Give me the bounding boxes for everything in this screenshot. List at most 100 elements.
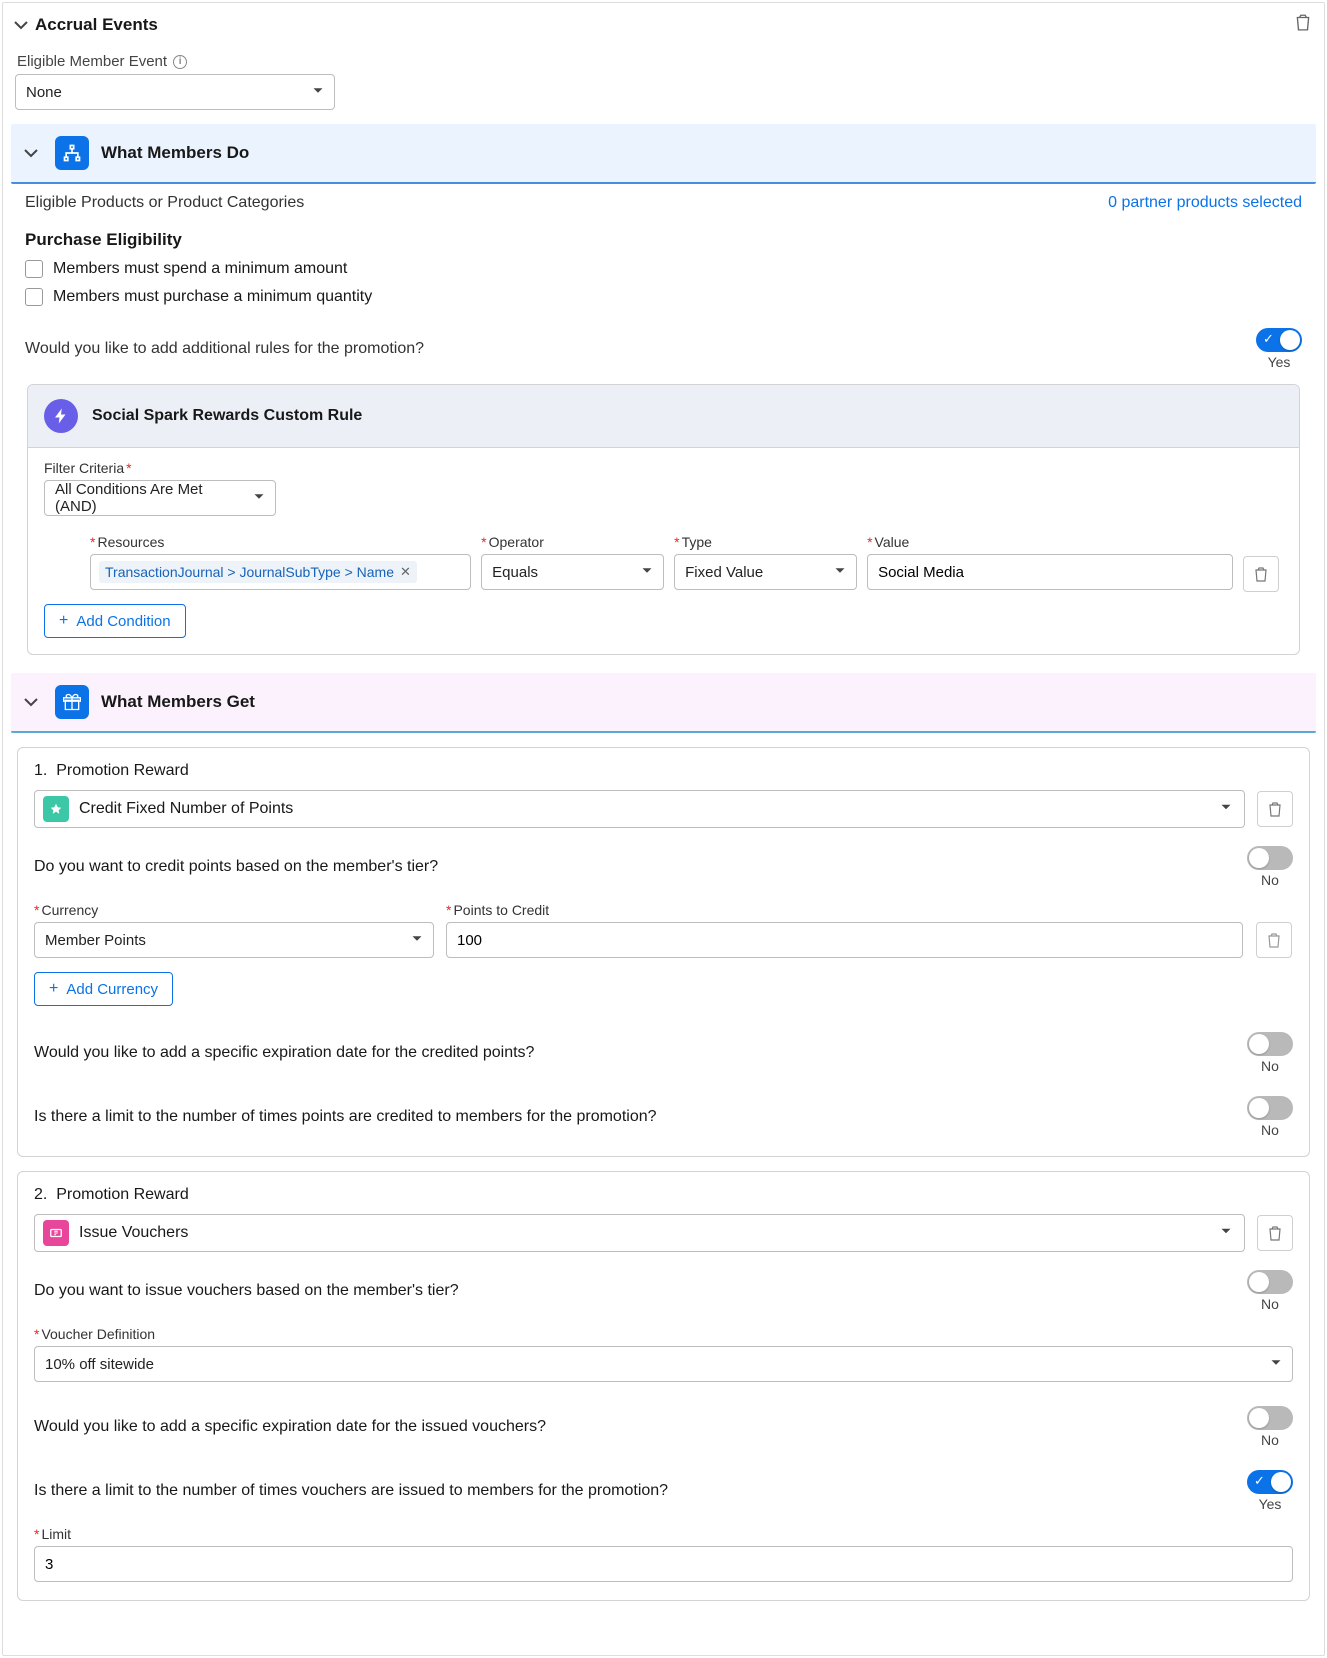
caret-down-icon <box>312 84 324 101</box>
partner-products-link[interactable]: 0 partner products selected <box>1108 194 1302 212</box>
additional-rules-toggle[interactable]: ✓ <box>1256 328 1302 352</box>
reward1-type-select[interactable]: Credit Fixed Number of Points <box>34 790 1245 828</box>
reward1-expiration-value: No <box>1261 1058 1279 1074</box>
accrual-events-title: Accrual Events <box>35 15 158 35</box>
accrual-events-header: Accrual Events <box>3 3 1324 45</box>
chevron-down-icon[interactable] <box>23 145 39 161</box>
voucher-definition-select[interactable]: 10% off sitewide <box>34 1346 1293 1382</box>
voucher-definition-label: Voucher Definition <box>34 1326 1293 1342</box>
caret-down-icon <box>1220 800 1232 818</box>
reward1-expiration-question: Would you like to add a specific expirat… <box>34 1044 534 1062</box>
resources-input[interactable]: TransactionJournal > JournalSubType > Na… <box>90 554 471 590</box>
what-members-do-title: What Members Do <box>101 143 249 163</box>
filter-criteria-label: Filter Criteria <box>44 460 1283 476</box>
lightning-icon <box>44 399 78 433</box>
custom-rule-header: Social Spark Rewards Custom Rule <box>28 385 1299 448</box>
what-members-get-header: What Members Get <box>11 673 1316 733</box>
eligible-member-event-label-text: Eligible Member Event <box>17 53 167 70</box>
resource-tag: TransactionJournal > JournalSubType > Na… <box>99 561 417 583</box>
type-label: Type <box>674 534 857 550</box>
limit-input[interactable] <box>34 1546 1293 1582</box>
checkbox-icon <box>25 288 43 306</box>
filter-criteria-select[interactable]: All Conditions Are Met (AND) <box>44 480 276 516</box>
caret-down-icon <box>834 564 846 581</box>
plus-icon: + <box>59 613 68 629</box>
reward1-tier-toggle[interactable] <box>1247 846 1293 870</box>
eligible-member-event-select[interactable]: None <box>15 74 335 110</box>
reward1-limit-question: Is there a limit to the number of times … <box>34 1108 657 1126</box>
points-input[interactable] <box>446 922 1243 958</box>
reward2-expiration-value: No <box>1261 1432 1279 1448</box>
reward2-index: 2. <box>34 1186 47 1203</box>
caret-down-icon <box>253 490 265 507</box>
reward2-limit-value: Yes <box>1259 1496 1282 1512</box>
reward2-tier-question: Do you want to issue vouchers based on t… <box>34 1282 459 1300</box>
reward2-expiration-question: Would you like to add a specific expirat… <box>34 1418 546 1436</box>
reward2-tier-value: No <box>1261 1296 1279 1312</box>
reward2-heading: 2. Promotion Reward <box>34 1186 1293 1204</box>
reward1-limit-toggle[interactable] <box>1247 1096 1293 1120</box>
eligible-products-label: Eligible Products or Product Categories <box>25 194 304 212</box>
value-label: Value <box>867 534 1233 550</box>
operator-select[interactable]: Equals <box>481 554 664 590</box>
reward1-type-value: Credit Fixed Number of Points <box>79 800 293 818</box>
caret-down-icon <box>1270 1356 1282 1373</box>
reward1-expiration-toggle[interactable] <box>1247 1032 1293 1056</box>
reward1-heading: 1. Promotion Reward <box>34 762 1293 780</box>
what-members-do-header: What Members Do <box>11 124 1316 184</box>
reward1-index: 1. <box>34 762 47 779</box>
plus-icon: + <box>49 981 58 997</box>
remove-tag-icon[interactable]: ✕ <box>400 564 411 580</box>
additional-rules-question: Would you like to add additional rules f… <box>25 340 424 358</box>
purchase-eligibility-heading: Purchase Eligibility <box>25 230 1302 250</box>
type-value: Fixed Value <box>685 564 763 581</box>
reward1-limit-value: No <box>1261 1122 1279 1138</box>
min-spend-label: Members must spend a minimum amount <box>53 260 347 278</box>
gift-icon <box>55 685 89 719</box>
limit-label: Limit <box>34 1526 1293 1542</box>
add-condition-label: Add Condition <box>76 613 170 630</box>
caret-down-icon <box>641 564 653 581</box>
info-icon[interactable]: i <box>173 55 187 69</box>
add-currency-label: Add Currency <box>66 981 158 998</box>
reward2-type-select[interactable]: Issue Vouchers <box>34 1214 1245 1252</box>
reward2-limit-toggle[interactable]: ✓ <box>1247 1470 1293 1494</box>
voucher-definition-value: 10% off sitewide <box>45 1356 154 1373</box>
points-icon <box>43 796 69 822</box>
reward1-tier-question: Do you want to credit points based on th… <box>34 858 438 876</box>
chevron-down-icon[interactable] <box>23 694 39 710</box>
min-spend-checkbox[interactable]: Members must spend a minimum amount <box>25 260 1302 278</box>
min-qty-label: Members must purchase a minimum quantity <box>53 288 372 306</box>
delete-reward1-button[interactable] <box>1257 791 1293 827</box>
reward2-type-value: Issue Vouchers <box>79 1224 188 1242</box>
reward1-tier-value: No <box>1261 872 1279 888</box>
additional-rules-value: Yes <box>1268 354 1291 370</box>
resource-tag-text: TransactionJournal > JournalSubType > Na… <box>105 564 394 580</box>
chevron-down-icon[interactable] <box>13 17 29 33</box>
what-members-get-title: What Members Get <box>101 692 255 712</box>
delete-condition-button[interactable] <box>1243 556 1279 592</box>
currency-select[interactable]: Member Points <box>34 922 434 958</box>
add-currency-button[interactable]: + Add Currency <box>34 972 173 1006</box>
delete-icon[interactable] <box>1294 13 1312 31</box>
reward1-label: Promotion Reward <box>56 762 189 779</box>
checkbox-icon <box>25 260 43 278</box>
resources-label: Resources <box>90 534 471 550</box>
reward2-label: Promotion Reward <box>56 1186 189 1203</box>
delete-reward2-button[interactable] <box>1257 1215 1293 1251</box>
delete-currency-button[interactable] <box>1256 922 1292 958</box>
reward2-limit-question: Is there a limit to the number of times … <box>34 1482 668 1500</box>
currency-label: Currency <box>34 902 434 918</box>
voucher-icon <box>43 1220 69 1246</box>
min-qty-checkbox[interactable]: Members must purchase a minimum quantity <box>25 288 1302 306</box>
value-input[interactable] <box>867 554 1233 590</box>
reward2-expiration-toggle[interactable] <box>1247 1406 1293 1430</box>
eligible-member-event-label: Eligible Member Event i <box>15 53 1312 74</box>
add-condition-button[interactable]: + Add Condition <box>44 604 186 638</box>
operator-label: Operator <box>481 534 664 550</box>
custom-rule-title: Social Spark Rewards Custom Rule <box>92 407 362 425</box>
type-select[interactable]: Fixed Value <box>674 554 857 590</box>
points-label: Points to Credit <box>446 902 1243 918</box>
filter-criteria-value: All Conditions Are Met (AND) <box>55 481 245 515</box>
reward2-tier-toggle[interactable] <box>1247 1270 1293 1294</box>
